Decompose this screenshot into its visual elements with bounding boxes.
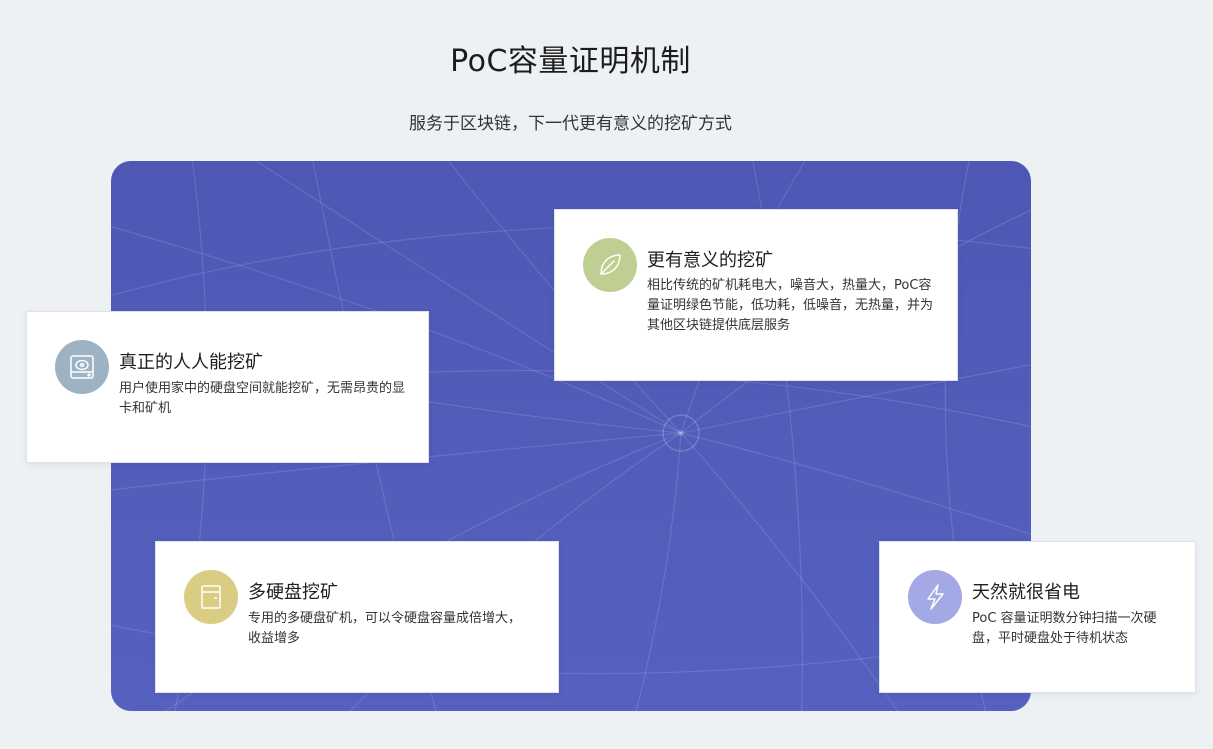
lightning-icon — [908, 570, 962, 624]
feature-card-meaningful-mining: 更有意义的挖矿 相比传统的矿机耗电大，噪音大，热量大，PoC容量证明绿色节能，低… — [554, 209, 958, 381]
leaf-icon — [583, 238, 637, 292]
hard-drive-icon — [55, 340, 109, 394]
feature-card-power-saving: 天然就很省电 PoC 容量证明数分钟扫描一次硬盘，平时硬盘处于待机状态 — [879, 541, 1196, 693]
page-title: PoC容量证明机制 — [450, 44, 691, 79]
feature-description: 相比传统的矿机耗电大，噪音大，热量大，PoC容量证明绿色节能，低功耗，低噪音，无… — [647, 278, 934, 333]
feature-card-everyone-mining: 真正的人人能挖矿 用户使用家中的硬盘空间就能挖矿，无需昂贵的显卡和矿机 — [26, 311, 429, 463]
page-subtitle: 服务于区块链，下一代更有意义的挖矿方式 — [409, 114, 732, 134]
feature-title: 更有意义的挖矿 — [647, 250, 773, 271]
feature-title: 真正的人人能挖矿 — [119, 352, 263, 373]
feature-description: 专用的多硬盘矿机，可以令硬盘容量成倍增大，收益增多 — [248, 611, 522, 646]
feature-title: 多硬盘挖矿 — [248, 582, 338, 603]
feature-card-multi-disk-mining: 多硬盘挖矿 专用的多硬盘矿机，可以令硬盘容量成倍增大，收益增多 — [155, 541, 559, 693]
feature-description: PoC 容量证明数分钟扫描一次硬盘，平时硬盘处于待机状态 — [972, 611, 1157, 646]
feature-description: 用户使用家中的硬盘空间就能挖矿，无需昂贵的显卡和矿机 — [119, 381, 406, 416]
feature-title: 天然就很省电 — [972, 582, 1080, 603]
disk-box-icon — [184, 570, 238, 624]
